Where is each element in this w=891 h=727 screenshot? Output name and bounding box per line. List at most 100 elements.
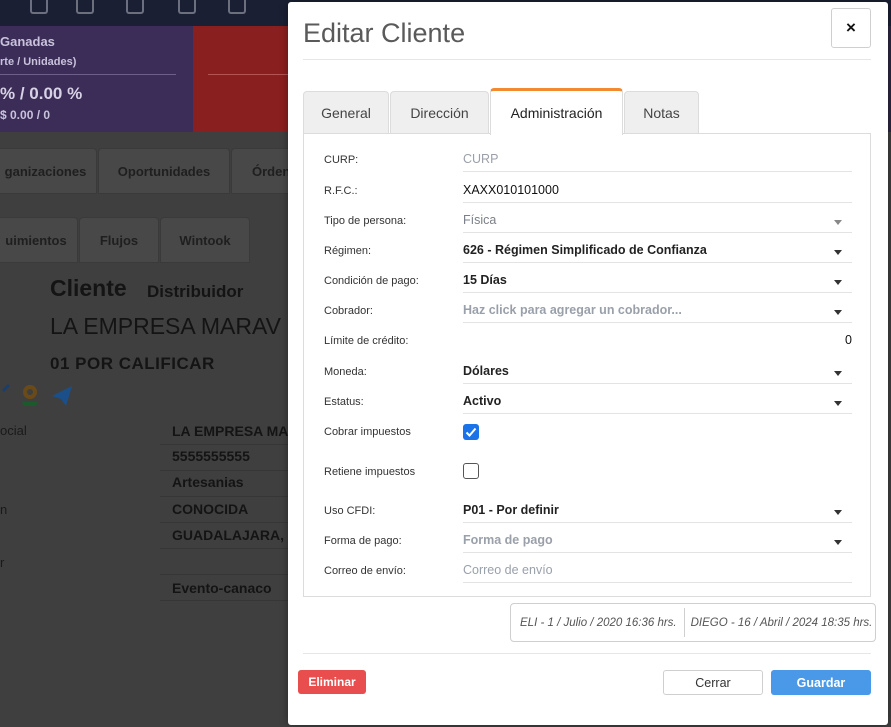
tab-notas[interactable]: Notas <box>624 91 699 134</box>
row-label: ocial <box>0 423 27 438</box>
field-label: CURP: <box>324 154 359 166</box>
pipeline-stage: 01 POR CALIFICAR <box>50 354 215 373</box>
field-label: Tipo de persona: <box>324 215 407 227</box>
field-label: Condición de pago: <box>324 275 419 287</box>
correo-envio-input[interactable]: Correo de envío <box>463 557 852 583</box>
field-curp: CURP: CURP <box>304 142 872 172</box>
divider <box>0 74 176 75</box>
delete-button[interactable]: Eliminar <box>298 670 366 694</box>
select-value: Física <box>463 212 497 227</box>
nav-icon <box>178 0 196 14</box>
field-condicion-pago: Condición de pago: 15 Días <box>304 263 872 293</box>
curp-input[interactable]: CURP <box>463 146 852 172</box>
company-name: LA EMPRESA MARAV <box>50 313 281 339</box>
chevron-down-icon <box>834 401 842 406</box>
field-correo-envio: Correo de envío: Correo de envío <box>304 553 872 583</box>
row-value: 5555555555 <box>172 448 250 464</box>
field-limite-credito: Límite de crédito: 0 <box>304 323 872 353</box>
select-value: Dólares <box>463 363 509 378</box>
uso-cfdi-select[interactable]: P01 - Por definir <box>463 497 852 523</box>
divider <box>160 470 290 471</box>
limite-credito-input[interactable]: 0 <box>463 327 852 353</box>
footer-divider <box>303 653 871 654</box>
record-category: Distribuidor <box>147 282 244 301</box>
tab-organizaciones[interactable]: ganizaciones <box>0 148 97 194</box>
check-icon <box>465 427 477 437</box>
audit-info: ELI - 1 / Julio / 2020 16:36 hrs. DIEGO … <box>510 603 876 642</box>
tab-flujos[interactable]: Flujos <box>79 217 159 263</box>
tab-wintook[interactable]: Wintook <box>160 217 250 263</box>
rfc-input[interactable]: XAXX010101000 <box>463 177 852 203</box>
field-label: Uso CFDI: <box>324 505 376 517</box>
field-moneda: Moneda: Dólares <box>304 354 872 384</box>
field-cobrador: Cobrador: Haz click para agregar un cobr… <box>304 293 872 323</box>
field-uso-cfdi: Uso CFDI: P01 - Por definir <box>304 493 872 523</box>
row-value: CONOCIDA <box>172 501 249 517</box>
cobrar-impuestos-checkbox[interactable] <box>463 424 479 440</box>
chevron-down-icon <box>834 540 842 545</box>
cancel-button[interactable]: Cerrar <box>663 670 763 695</box>
modified-by: DIEGO - 16 / Abril / 2024 18:35 hrs. <box>690 616 873 629</box>
chevron-down-icon <box>834 250 842 255</box>
row-value: Evento-canaco <box>172 580 272 596</box>
tipo-persona-select[interactable]: Física <box>463 207 852 233</box>
stats-title: Ganadas <box>0 34 55 49</box>
tab-administracion[interactable]: Administración <box>490 88 623 135</box>
stats-value-sub: $ 0.00 / 0 <box>0 108 51 122</box>
field-cobrar-impuestos: Cobrar impuestos <box>304 414 872 444</box>
select-placeholder: Forma de pago <box>463 532 553 547</box>
nav-icon <box>228 0 246 14</box>
estatus-select[interactable]: Activo <box>463 388 852 414</box>
record-type: Cliente <box>50 275 127 301</box>
tab-direccion[interactable]: Dirección <box>390 91 489 134</box>
modal-title: Editar Cliente <box>303 18 466 48</box>
field-retiene-impuestos: Retiene impuestos <box>304 454 872 484</box>
select-value: 15 Días <box>463 272 507 287</box>
regimen-select[interactable]: 626 - Régimen Simplificado de Confianza <box>463 237 852 263</box>
field-label: Límite de crédito: <box>324 335 409 347</box>
cobrador-select[interactable]: Haz click para agregar un cobrador... <box>463 297 852 323</box>
field-label: Estatus: <box>324 396 364 408</box>
close-button[interactable]: × <box>831 8 871 48</box>
chevron-down-icon <box>834 371 842 376</box>
field-label: Moneda: <box>324 366 367 378</box>
row-value: GUADALAJARA, <box>172 527 284 543</box>
location-send-icons[interactable] <box>0 382 80 408</box>
field-forma-pago: Forma de pago: Forma de pago <box>304 523 872 553</box>
stats-value: % / 0.00 % <box>0 84 83 103</box>
nav-icon <box>126 0 144 14</box>
field-rfc: R.F.C.: XAXX010101000 <box>304 173 872 203</box>
field-label: Forma de pago: <box>324 535 402 547</box>
row-value: LA EMPRESA MA <box>172 423 289 439</box>
tab-oportunidades[interactable]: Oportunidades <box>98 148 230 194</box>
field-regimen: Régimen: 626 - Régimen Simplificado de C… <box>304 233 872 263</box>
divider <box>160 574 290 575</box>
chevron-down-icon <box>834 220 842 225</box>
save-button[interactable]: Guardar <box>771 670 871 695</box>
stats-card-lost <box>193 26 293 132</box>
stats-subtitle: rte / Unidades) <box>0 56 77 68</box>
condicion-pago-select[interactable]: 15 Días <box>463 267 852 293</box>
divider <box>208 74 288 75</box>
select-value: 626 - Régimen Simplificado de Confianza <box>463 242 707 257</box>
chevron-down-icon <box>834 310 842 315</box>
divider <box>160 522 290 523</box>
select-value: P01 - Por definir <box>463 502 559 517</box>
tab-seguimientos[interactable]: uimientos <box>0 217 78 263</box>
nav-icon <box>30 0 48 14</box>
moneda-select[interactable]: Dólares <box>463 358 852 384</box>
action-icons <box>0 382 80 408</box>
edit-client-modal: Editar Cliente × General Dirección Admin… <box>288 2 888 725</box>
stats-card-won: Ganadas rte / Unidades) % / 0.00 % $ 0.0… <box>0 26 193 132</box>
forma-pago-select[interactable]: Forma de pago <box>463 527 852 553</box>
field-label: Retiene impuestos <box>324 466 416 478</box>
retiene-impuestos-checkbox[interactable] <box>463 463 479 479</box>
divider <box>160 444 290 445</box>
chevron-down-icon <box>834 510 842 515</box>
chevron-down-icon <box>834 280 842 285</box>
row-value: Artesanias <box>172 474 244 490</box>
field-label: R.F.C.: <box>324 185 358 197</box>
tab-general[interactable]: General <box>303 91 389 134</box>
divider <box>160 496 290 497</box>
row-label: r <box>0 555 5 570</box>
